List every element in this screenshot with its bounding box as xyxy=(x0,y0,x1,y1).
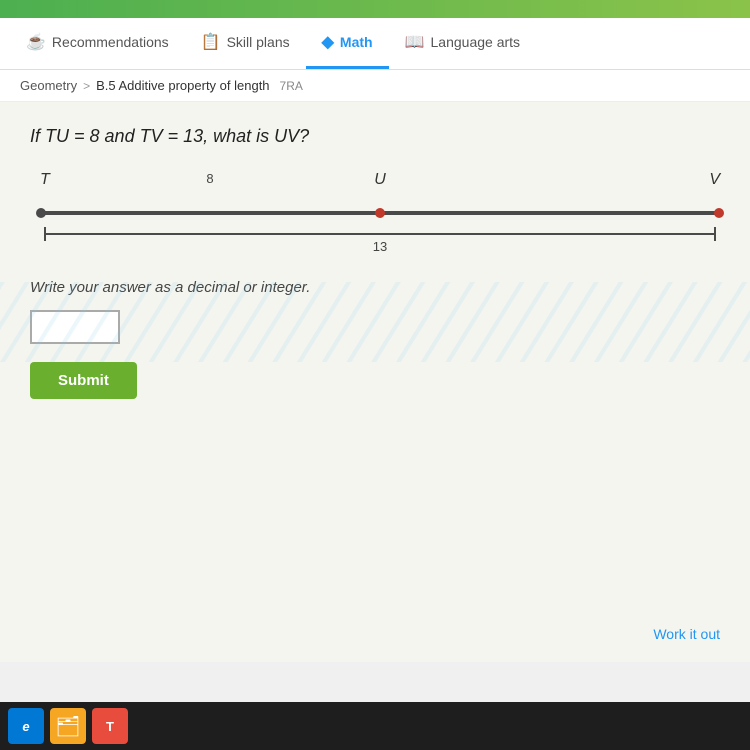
watermark xyxy=(0,282,750,362)
dot-t xyxy=(36,208,46,218)
point-v-label: V xyxy=(709,171,720,189)
taskbar: e 🗂 T xyxy=(0,702,750,750)
breadcrumb-current: B.5 Additive property of length xyxy=(96,78,269,93)
math-icon: ◆ xyxy=(322,32,334,52)
point-t-label: T xyxy=(40,171,50,189)
tab-language-arts-label: Language arts xyxy=(431,34,521,50)
segment-tu-label: 8 xyxy=(206,171,213,186)
language-arts-icon: 📖 xyxy=(405,32,425,52)
nav-tabs: ☕ Recommendations 📋 Skill plans ◆ Math 📖… xyxy=(0,18,750,70)
measure-line xyxy=(44,233,716,235)
measure-end-right xyxy=(714,227,716,241)
skill-plans-icon: 📋 xyxy=(201,32,221,52)
folder-icon-label: 🗂 xyxy=(55,714,80,739)
point-u-label: U xyxy=(374,171,386,189)
measure-row: 13 xyxy=(40,225,720,249)
breadcrumb-separator: > xyxy=(83,79,90,93)
edge-icon-label: e xyxy=(22,719,29,734)
breadcrumb-parent[interactable]: Geometry xyxy=(20,78,77,93)
measure-end-left xyxy=(44,227,46,241)
segment-tv-label: 13 xyxy=(373,239,387,254)
taskbar-folder-icon[interactable]: 🗂 xyxy=(50,708,86,744)
point-labels-row: T 8 U V xyxy=(40,171,720,201)
taskbar-app-icon[interactable]: T xyxy=(92,708,128,744)
main-line-track xyxy=(40,207,720,221)
tab-language-arts[interactable]: 📖 Language arts xyxy=(389,18,536,69)
tab-skill-plans-label: Skill plans xyxy=(227,34,290,50)
tab-math[interactable]: ◆ Math xyxy=(306,18,389,69)
breadcrumb: Geometry > B.5 Additive property of leng… xyxy=(0,70,750,102)
diagram-container: T 8 U V 13 xyxy=(40,171,720,249)
main-content: If TU = 8 and TV = 13, what is UV? T 8 U… xyxy=(0,102,750,662)
dot-u xyxy=(375,208,385,218)
top-bar xyxy=(0,0,750,18)
taskbar-edge-icon[interactable]: e xyxy=(8,708,44,744)
tab-math-label: Math xyxy=(340,34,373,50)
work-it-out-link[interactable]: Work it out xyxy=(653,626,720,642)
tab-recommendations[interactable]: ☕ Recommendations xyxy=(10,18,185,69)
app-icon-label: T xyxy=(106,719,114,734)
dot-v xyxy=(714,208,724,218)
submit-button[interactable]: Submit xyxy=(30,362,137,399)
recommendations-icon: ☕ xyxy=(26,32,46,52)
tab-skill-plans[interactable]: 📋 Skill plans xyxy=(185,18,306,69)
tab-recommendations-label: Recommendations xyxy=(52,34,169,50)
breadcrumb-tag: 7RA xyxy=(280,79,303,93)
question-text: If TU = 8 and TV = 13, what is UV? xyxy=(30,126,720,147)
